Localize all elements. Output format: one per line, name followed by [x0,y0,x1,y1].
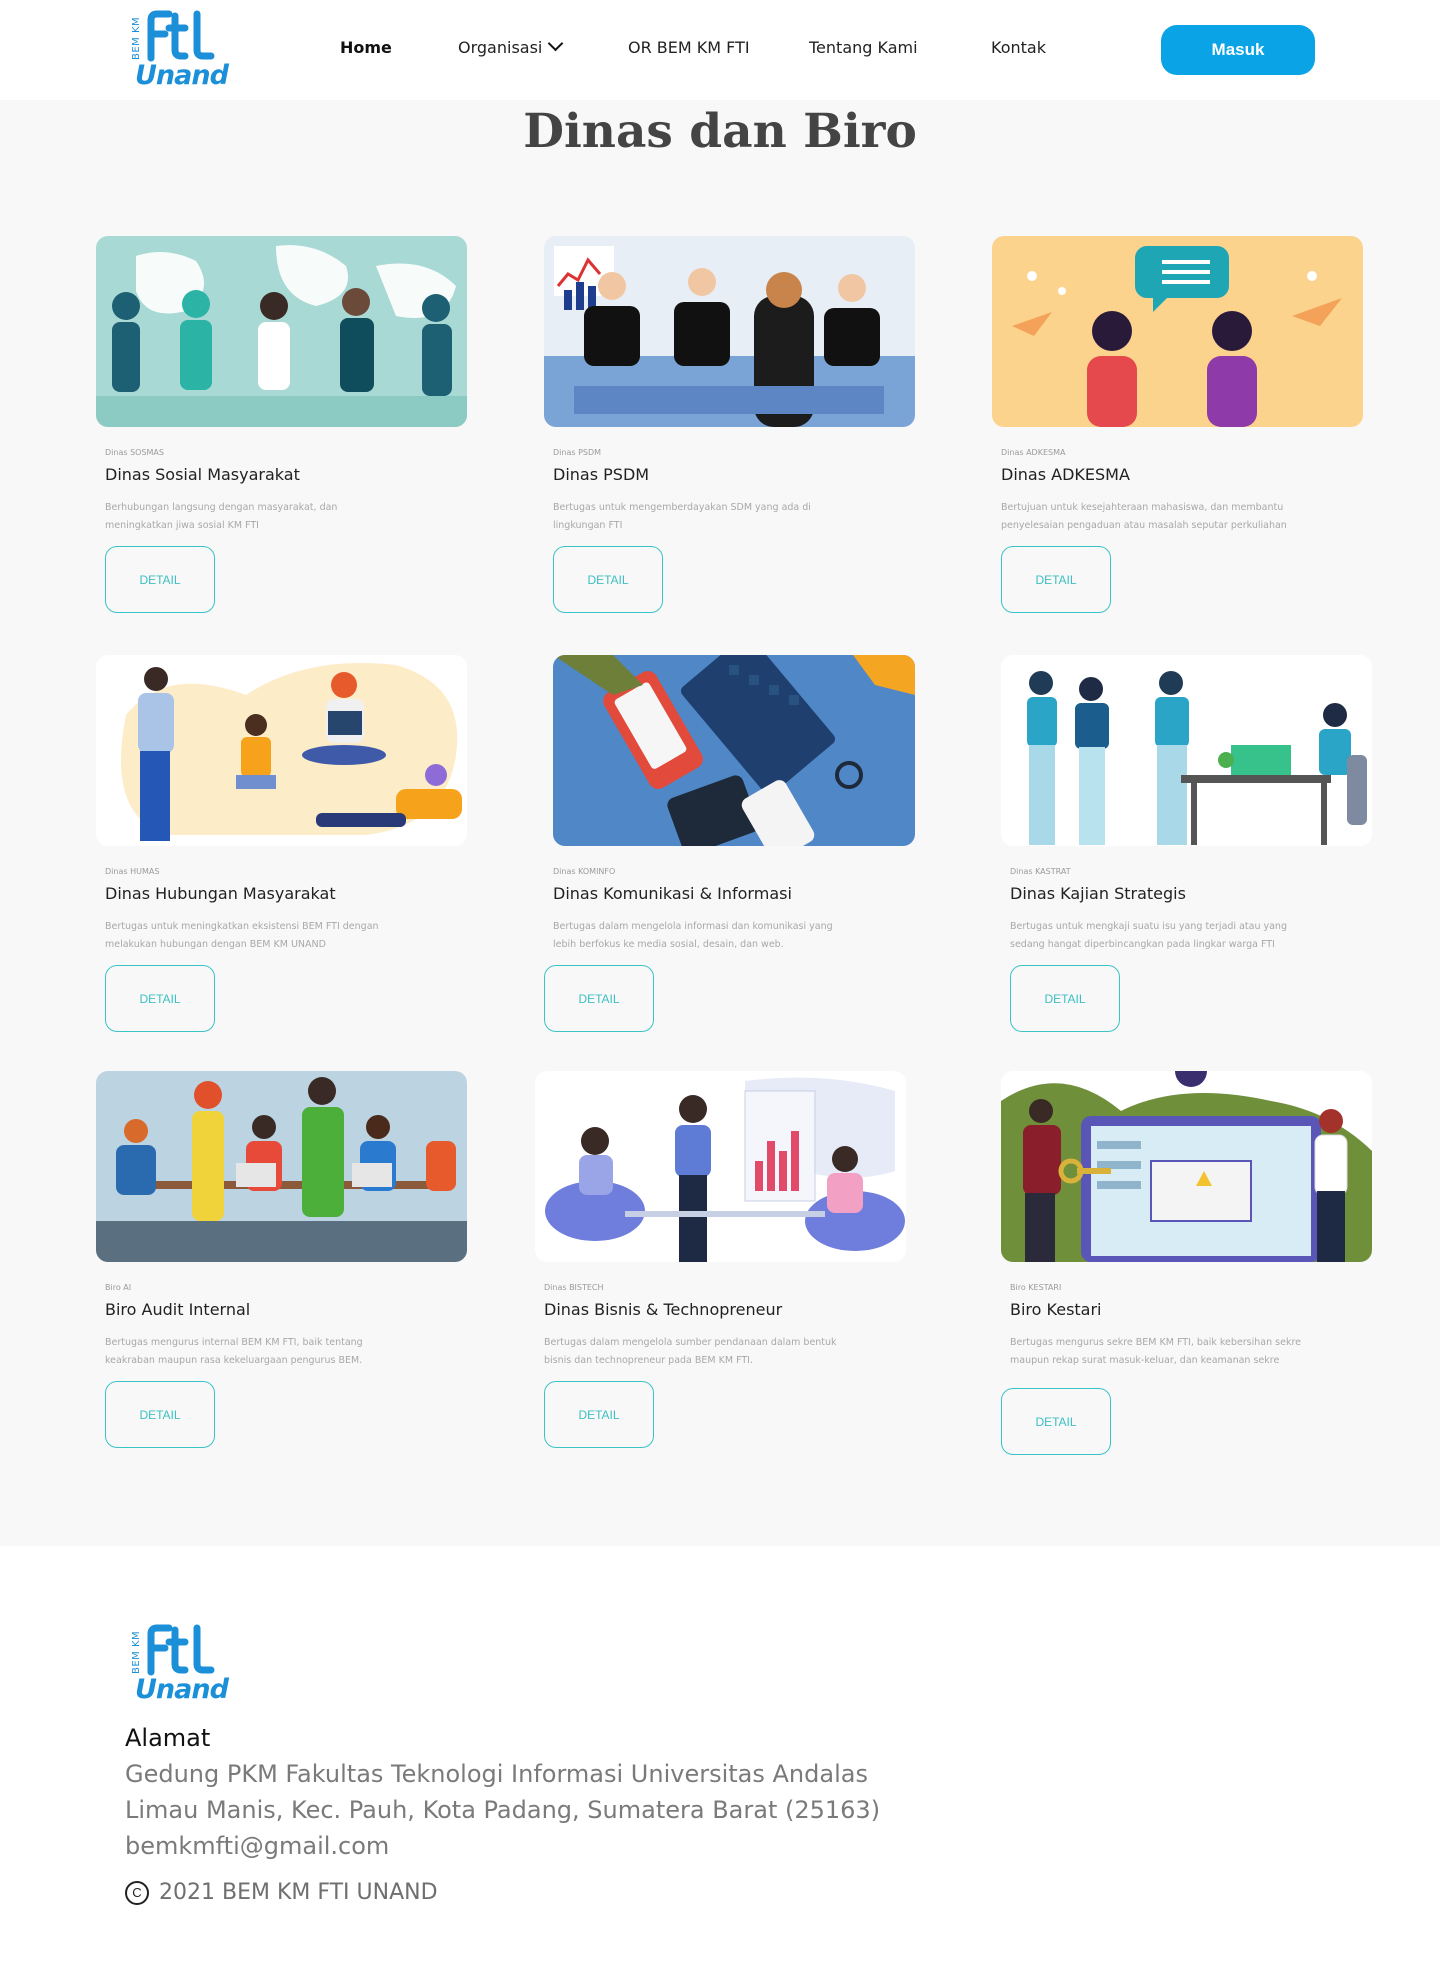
nav-organisasi-label: Organisasi [458,38,543,57]
nav-tentang-kami[interactable]: Tentang Kami [809,38,918,57]
detail-button[interactable]: DETAIL [544,965,654,1032]
card-tag: Biro KESTARI [1010,1283,1062,1292]
fti-logo-mark-icon [147,10,215,62]
card-illustration [553,655,915,846]
card-tag: Dinas ADKESMA [1001,448,1066,457]
card-description: Berhubungan langsung dengan masyarakat, … [105,502,338,531]
card-title: Dinas Komunikasi & Informasi [553,884,792,903]
card-dinas-bistech: Dinas BISTECH Dinas Bisnis & Technoprene… [535,1071,907,1461]
team-desk-illustration-icon [1001,655,1372,846]
footer-logo[interactable]: BEM KM Unand [131,1624,229,1708]
card-biro-ai: Biro AI Biro Audit Internal Bertugas men… [96,1071,468,1461]
card-dinas-kominfo: Dinas KOMINFO Dinas Komunikasi & Informa… [544,655,916,1045]
nav-kontak[interactable]: Kontak [991,38,1046,57]
card-dinas-sosmas: Dinas SOSMAS Dinas Sosial Masyarakat Ber… [96,236,468,626]
card-description: Bertugas mengurus sekre BEM KM FTI, baik… [1010,1337,1301,1366]
card-illustration [96,655,467,846]
card-title: Dinas Kajian Strategis [1010,884,1186,903]
card-biro-kestari: Biro KESTARI Biro Kestari Bertugas mengu… [1001,1071,1373,1461]
footer-heading: Alamat [125,1724,211,1752]
footer-address-line2: Limau Manis, Kec. Pauh, Kota Padang, Sum… [125,1796,881,1824]
nav-or-bem-km-fti[interactable]: OR BEM KM FTI [628,38,750,57]
detail-button[interactable]: DETAIL [1001,1388,1111,1455]
card-description: Bertugas mengurus internal BEM KM FTI, b… [105,1337,363,1366]
card-description: Bertugas untuk mengemberdayakan SDM yang… [553,502,811,531]
people-holding-hands-illustration-icon [96,236,467,427]
card-illustration [96,236,467,427]
card-title: Dinas Sosial Masyarakat [105,465,300,484]
detail-button[interactable]: DETAIL [544,1381,654,1448]
detail-button[interactable]: DETAIL [105,965,215,1032]
card-illustration [992,236,1363,427]
nav-home[interactable]: Home [340,38,392,57]
card-tag: Dinas HUMAS [105,867,160,876]
card-dinas-kastrat: Dinas KASTRAT Dinas Kajian Strategis Ber… [1001,655,1373,1045]
footer-copyright: C 2021 BEM KM FTI UNAND [125,1880,438,1905]
card-dinas-adkesma: Dinas ADKESMA Dinas ADKESMA Bertujuan un… [992,236,1364,626]
hands-devices-illustration-icon [553,655,915,846]
login-button[interactable]: Masuk [1161,25,1315,75]
detail-button[interactable]: DETAIL [553,546,663,613]
detail-button[interactable]: DETAIL [1010,965,1120,1032]
chevron-down-icon [548,35,564,52]
team-laptops-illustration-icon [96,1071,467,1262]
copyright-icon: C [125,1880,149,1905]
logo-side-text: BEM KM [131,16,142,60]
card-description: Bertugas dalam mengelola sumber pendanaa… [544,1337,837,1366]
fti-logo-mark-icon [147,1624,215,1676]
footer-address-line1: Gedung PKM Fakultas Teknologi Informasi … [125,1760,868,1788]
card-illustration [1001,1071,1372,1262]
card-title: Dinas Bisnis & Technopreneur [544,1300,783,1319]
card-illustration [96,1071,467,1262]
card-tag: Dinas SOSMAS [105,448,164,457]
business-presentation-illustration-icon [535,1071,906,1262]
card-title: Dinas Hubungan Masyarakat [105,884,336,903]
card-title: Biro Audit Internal [105,1300,251,1319]
card-description: Bertujuan untuk kesejahteraan mahasiswa,… [1001,502,1287,531]
card-illustration [1001,655,1372,846]
card-tag: Biro AI [105,1283,132,1292]
logo-side-text: BEM KM [131,1630,142,1674]
detail-button[interactable]: DETAIL [1001,546,1111,613]
main-section: Dinas dan Biro Dinas SOSMAS Dinas Sosial… [0,100,1440,1546]
nav-organisasi[interactable]: Organisasi [458,35,564,57]
card-dinas-psdm: Dinas PSDM Dinas PSDM Bertugas untuk men… [544,236,916,626]
detail-button[interactable]: DETAIL [105,1381,215,1448]
card-description: Bertugas untuk meningkatkan eksistensi B… [105,921,379,950]
card-description: Bertugas dalam mengelola informasi dan k… [553,921,833,950]
logo-word: Unand [135,1674,229,1705]
detail-button[interactable]: DETAIL [105,546,215,613]
card-title: Dinas PSDM [553,465,650,484]
key-dashboard-illustration-icon [1001,1071,1372,1262]
card-dinas-humas: Dinas HUMAS Dinas Hubungan Masyarakat Be… [96,655,468,1045]
chat-bubble-women-illustration-icon [992,236,1363,427]
people-reading-illustration-icon [96,655,467,846]
logo-word: Unand [135,60,229,91]
card-illustration [544,236,915,427]
job-interview-illustration-icon [544,236,915,427]
card-title: Dinas ADKESMA [1001,465,1130,484]
card-illustration [535,1071,906,1262]
card-tag: Dinas PSDM [553,448,602,457]
copyright-text: 2021 BEM KM FTI UNAND [159,1880,438,1905]
card-tag: Dinas KOMINFO [553,867,616,876]
card-tag: Dinas BISTECH [544,1283,604,1292]
card-tag: Dinas KASTRAT [1010,867,1071,876]
card-description: Bertugas untuk mengkaji suatu isu yang t… [1010,921,1287,950]
navbar: BEM KM Unand Home Organisasi OR BEM KM F… [0,0,1440,100]
card-title: Biro Kestari [1010,1300,1102,1319]
footer-email-link[interactable]: bemkmfti@gmail.com [125,1832,389,1860]
bem-km-fti-logo[interactable]: BEM KM Unand [131,10,229,94]
page-title: Dinas dan Biro [523,104,917,159]
footer: BEM KM Unand Alamat Gedung PKM Fakultas … [0,1546,1440,1981]
